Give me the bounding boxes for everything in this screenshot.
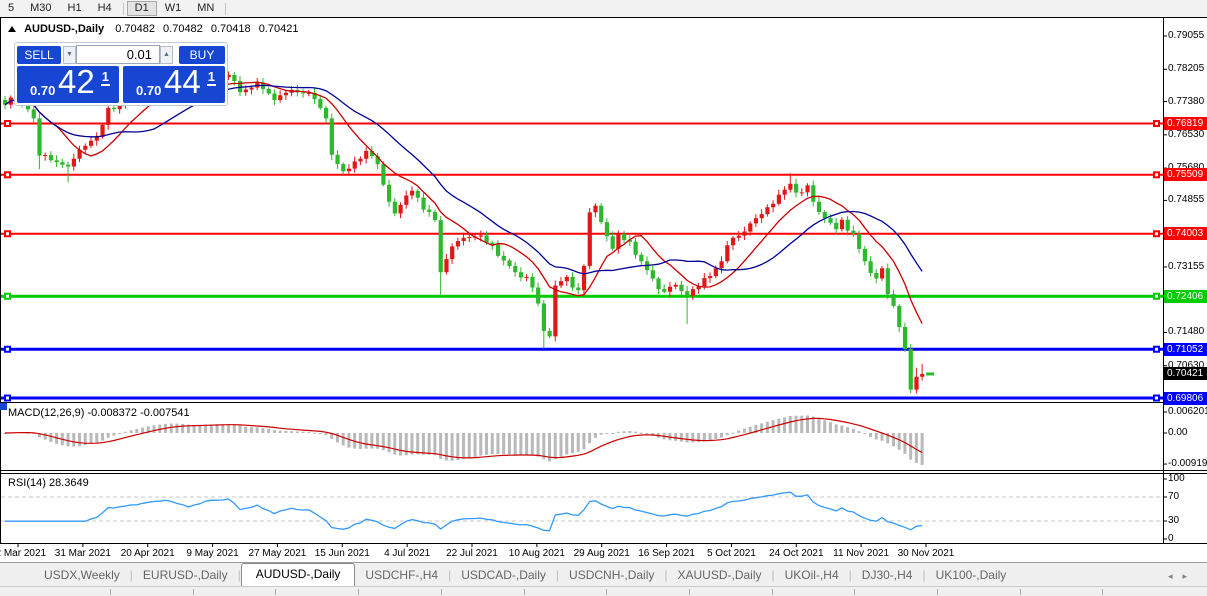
chart-symbol-label: AUDUSD-,Daily [24,23,104,35]
ask-price-display[interactable]: 0.70 44 1 [123,66,225,103]
ohlc-open: 0.70482 [115,23,155,35]
ohlc-high: 0.70482 [163,23,203,35]
buy-button[interactable]: BUY [179,46,225,64]
chart-header: AUDUSD-,Daily 0.70482 0.70482 0.70418 0.… [8,23,303,35]
bid-price-prefix: 0.70 [30,83,55,98]
ask-price-prefix: 0.70 [136,83,161,98]
ohlc-low: 0.70418 [211,23,251,35]
volume-increase-button[interactable]: ▲ [160,46,173,64]
bid-price-pip-digit: 1 [101,69,110,86]
ask-price-big-digits: 44 [164,63,201,101]
ask-price-pip-digit: 1 [207,69,216,86]
volume-decrease-button[interactable]: ▼ [63,46,76,64]
sell-button[interactable]: SELL [17,46,61,64]
collapse-panel-icon[interactable] [8,26,16,32]
one-click-trading-panel: SELL ▼ 0.01 ▲ BUY 0.70 42 1 0.70 44 1 [14,42,228,106]
volume-input[interactable]: 0.01 [76,45,160,64]
bid-price-display[interactable]: 0.70 42 1 [17,66,119,103]
bid-price-big-digits: 42 [58,63,95,101]
ohlc-close: 0.70421 [259,23,299,35]
